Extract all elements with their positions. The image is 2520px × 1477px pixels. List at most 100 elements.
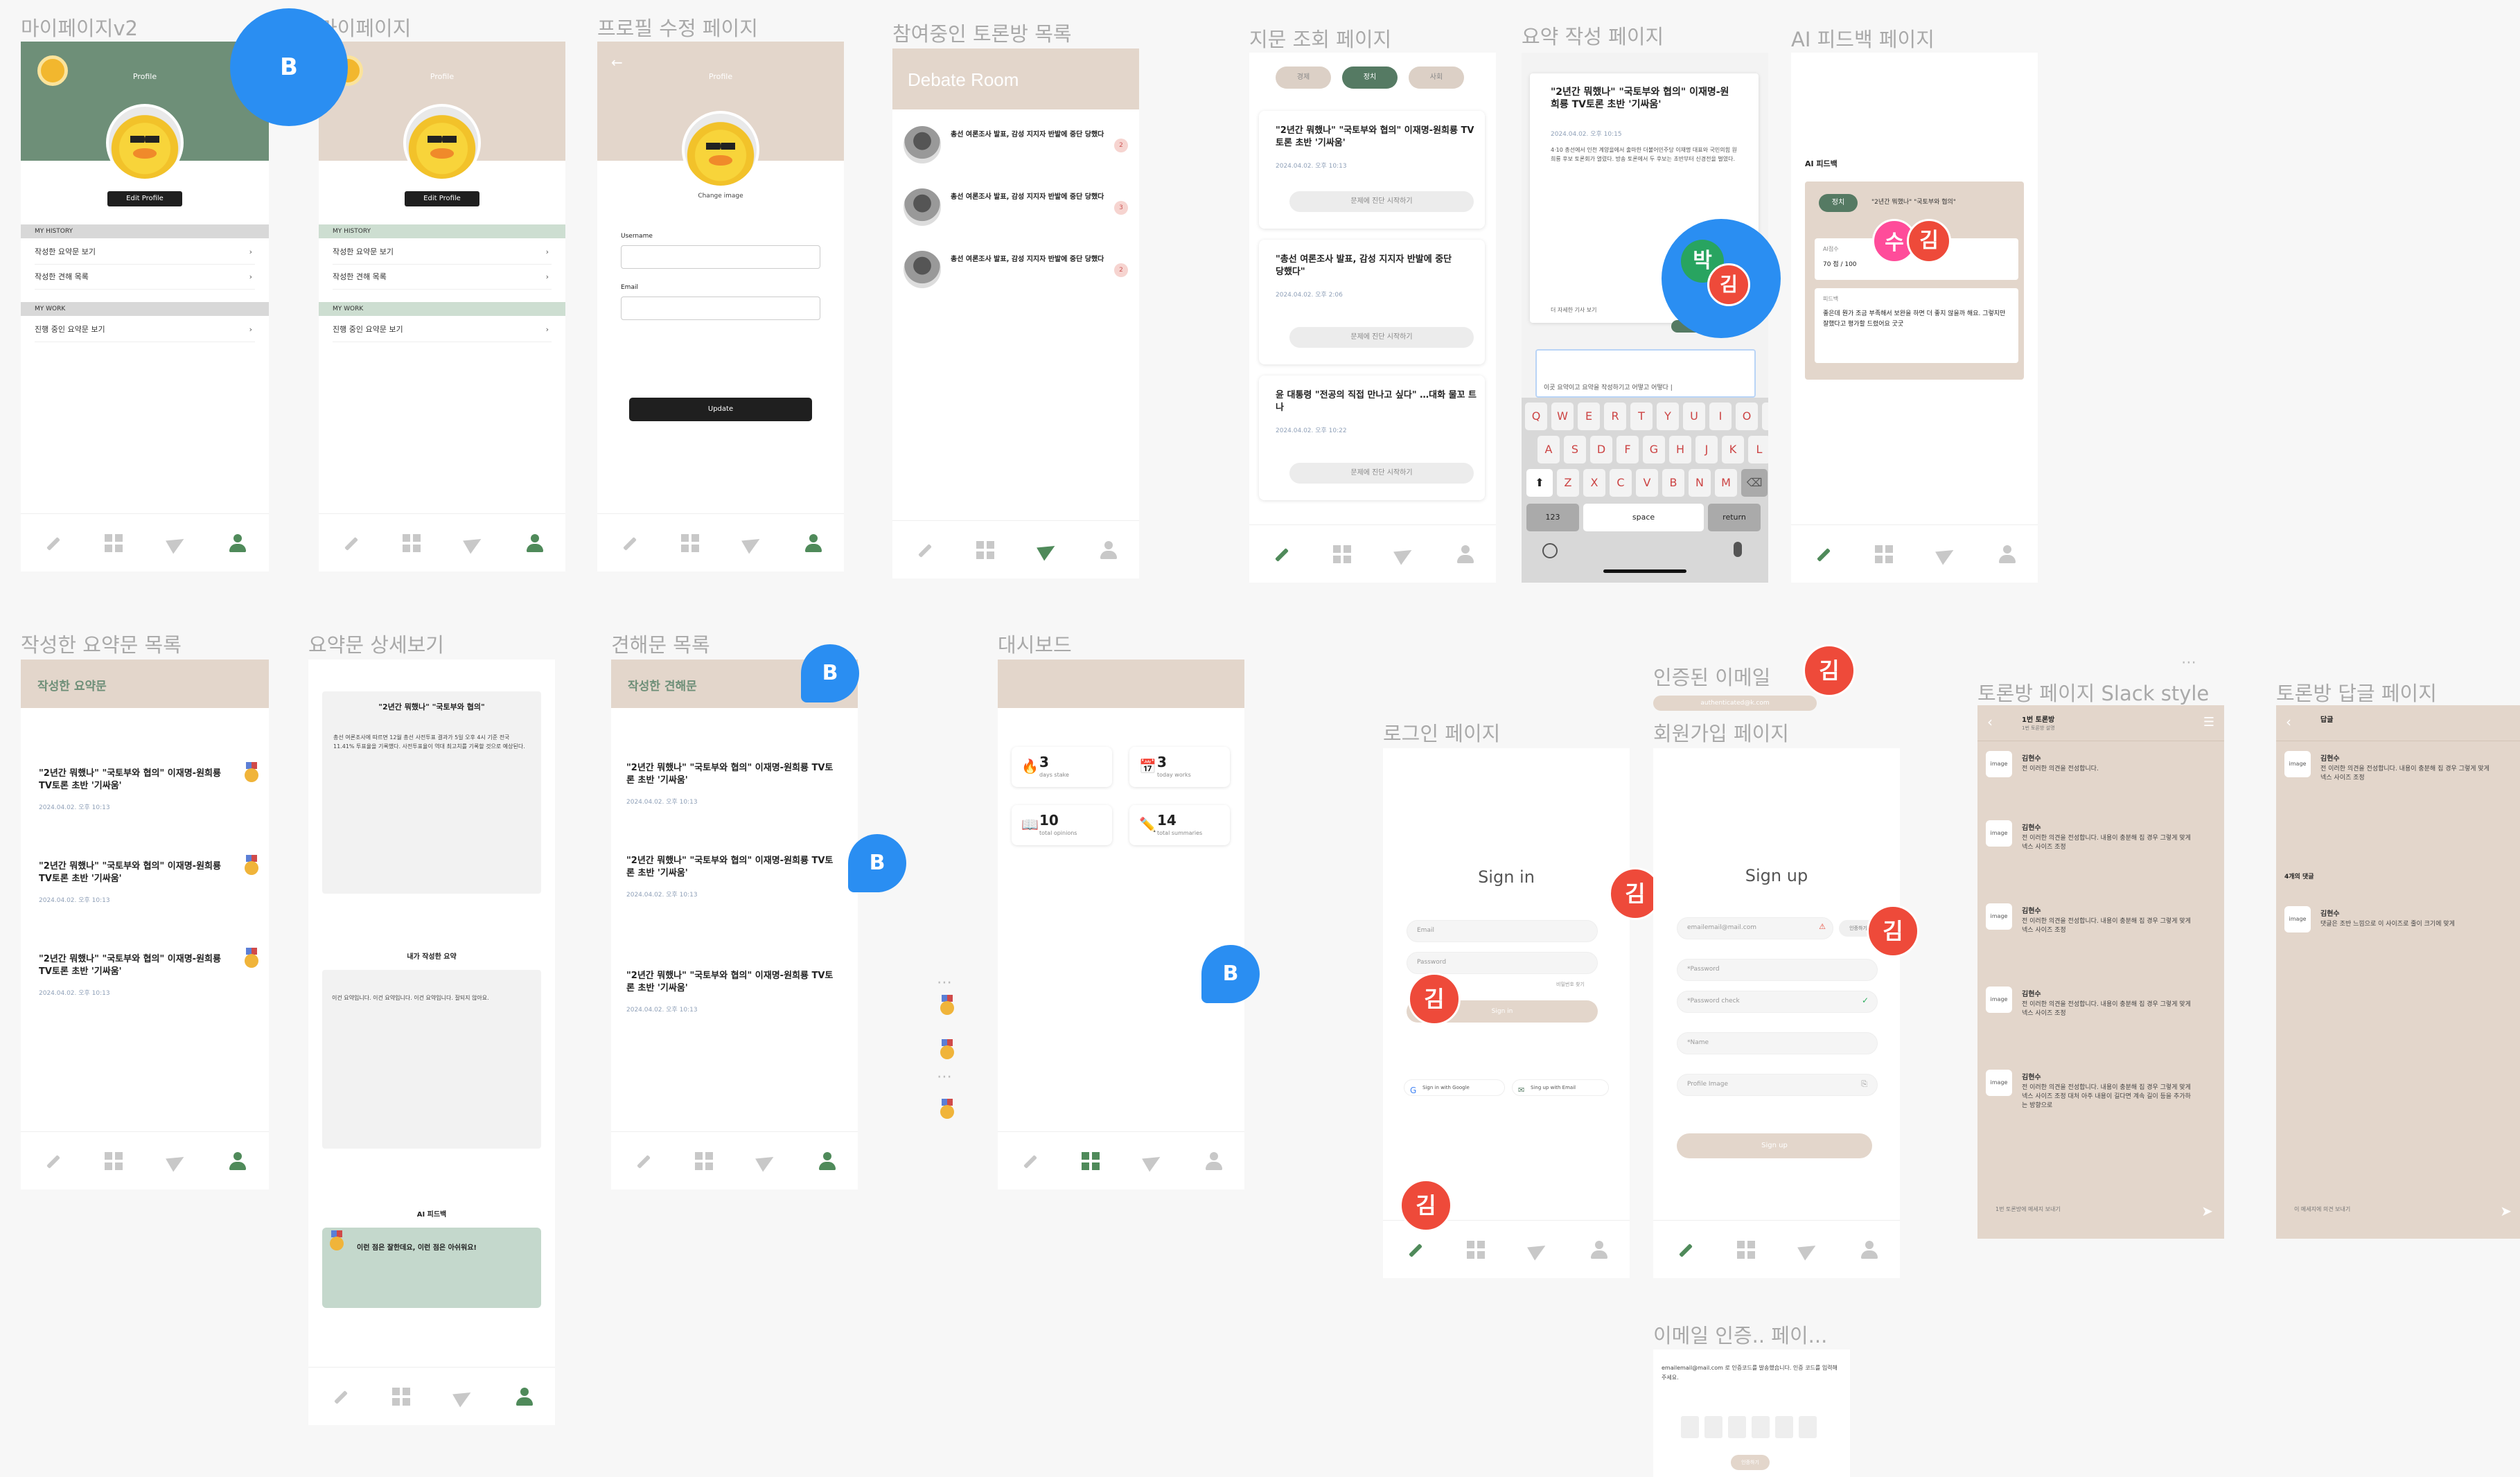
tab-write-icon[interactable] <box>619 534 637 552</box>
key-x[interactable]: X <box>1583 469 1605 497</box>
list-item[interactable]: "2년간 뭐했나" "국토부와 협의" 이재명-원희룡 TV토론 초반 '기싸움… <box>626 762 834 831</box>
tab-profile-icon[interactable] <box>818 1151 836 1170</box>
key-d[interactable]: D <box>1590 436 1612 463</box>
tab-profile-icon[interactable] <box>1205 1151 1223 1170</box>
username-input[interactable] <box>621 245 820 269</box>
tab-profile-icon[interactable] <box>804 533 822 552</box>
tab-dashboard-icon[interactable] <box>105 1151 123 1170</box>
history-item-opinions[interactable]: 작성한 견해 목록 › <box>333 265 552 290</box>
start-button[interactable]: 문제에 진단 시작하기 <box>1289 327 1474 348</box>
email-input[interactable]: Email <box>1407 920 1598 942</box>
tab-dashboard-icon[interactable] <box>391 1387 410 1406</box>
backspace-key-icon[interactable]: ⌫ <box>1741 469 1768 497</box>
debate-room-item[interactable]: 총선 여론조사 발표, 감성 지지자 반발에 중단 당했다 2 <box>904 248 1128 290</box>
list-item[interactable]: "2년간 뭐했나" "국토부와 협의" 이재명-원희룡 TV토론 초반 '기싸움… <box>39 762 261 837</box>
emoji-icon[interactable] <box>1542 543 1558 558</box>
change-image-link[interactable]: Change image <box>597 193 844 200</box>
edit-profile-button[interactable]: Edit Profile <box>107 191 182 206</box>
message-input[interactable]: 1번 토론방에 메세지 보내기 <box>1984 1199 2192 1221</box>
article-more[interactable]: 더 자세한 기사 보기 <box>1551 306 1597 314</box>
password-check-input[interactable]: *Password check ✓ <box>1677 991 1878 1013</box>
history-item-opinions[interactable]: 작성한 견해 목록 › <box>35 265 255 290</box>
chat-message[interactable]: image 김현수 전 이러한 의견을 전성합니다. 내용이 충분해 집 경우 그렇… <box>1986 903 2216 973</box>
tab-dashboard-icon[interactable] <box>680 533 699 552</box>
tab-profile-icon[interactable] <box>1100 540 1118 559</box>
google-signin-button[interactable]: G Sign in with Google <box>1404 1079 1505 1096</box>
history-item-summaries[interactable]: 작성한 요약문 보기 › <box>333 240 552 265</box>
tab-write-icon[interactable] <box>1813 545 1831 563</box>
key-g[interactable]: G <box>1643 436 1665 463</box>
tab-debate-icon[interactable] <box>454 1388 472 1406</box>
key-r[interactable]: R <box>1604 403 1626 430</box>
password-input[interactable]: Password <box>1407 952 1598 974</box>
list-item[interactable]: "2년간 뭐했나" "국토부와 협의" 이재명-원희룡 TV토론 초반 '기싸움… <box>39 948 261 1023</box>
tab-write-icon[interactable] <box>915 541 933 559</box>
reply-message[interactable]: image 김현수 댓글은 조반 느낌으로 이 사이즈로 줄이 크기에 맞게 <box>2284 906 2512 975</box>
key-y[interactable]: Y <box>1657 403 1679 430</box>
tab-profile-icon[interactable] <box>229 1151 247 1170</box>
code-input-box[interactable] <box>1704 1416 1722 1438</box>
tab-economy[interactable]: 경제 <box>1276 67 1331 89</box>
send-icon[interactable]: ➤ <box>2500 1203 2512 1219</box>
tab-write-icon[interactable] <box>633 1152 651 1170</box>
tab-dashboard-icon[interactable] <box>105 533 123 552</box>
tab-society[interactable]: 사회 <box>1409 67 1464 89</box>
key-o[interactable]: O <box>1736 403 1758 430</box>
password-input[interactable]: *Password <box>1677 959 1878 981</box>
tab-dashboard-icon[interactable] <box>694 1151 713 1170</box>
tab-debate-icon[interactable] <box>1143 1152 1161 1170</box>
microphone-icon[interactable] <box>1734 542 1742 557</box>
tab-profile-icon[interactable] <box>1590 1240 1608 1259</box>
back-arrow-icon[interactable]: ← <box>611 54 623 71</box>
tab-debate-icon[interactable] <box>1799 1241 1817 1259</box>
tab-dashboard-icon[interactable] <box>1466 1240 1485 1259</box>
tab-politics[interactable]: 정치 <box>1342 67 1398 89</box>
back-arrow-icon[interactable]: ‹ <box>1987 714 1993 730</box>
tab-debate-icon[interactable] <box>167 534 185 552</box>
start-button[interactable]: 문제에 진단 시작하기 <box>1289 463 1474 484</box>
key-k[interactable]: K <box>1722 436 1744 463</box>
tab-write-icon[interactable] <box>1405 1241 1423 1259</box>
tab-write-icon[interactable] <box>331 1388 349 1406</box>
tab-write-icon[interactable] <box>1675 1241 1693 1259</box>
tab-write-icon[interactable] <box>43 534 61 552</box>
key-n[interactable]: N <box>1689 469 1711 497</box>
tab-debate-icon[interactable] <box>1038 541 1056 559</box>
name-input[interactable]: *Name <box>1677 1032 1878 1054</box>
debate-room-item[interactable]: 총선 여론조사 발표, 감성 지지자 반발에 중단 당했다 2 <box>904 123 1128 165</box>
back-arrow-icon[interactable]: ‹ <box>2286 714 2291 730</box>
key-v[interactable]: V <box>1636 469 1658 497</box>
code-input-box[interactable] <box>1752 1416 1770 1438</box>
tab-dashboard-icon[interactable] <box>1081 1151 1100 1170</box>
tab-write-icon[interactable] <box>43 1152 61 1170</box>
forgot-password-link[interactable]: 비밀번호 찾기 <box>1556 981 1585 988</box>
key-j[interactable]: J <box>1695 436 1718 463</box>
article-card[interactable]: 윤 대통령 "전공의 직접 만나고 싶다" …대화 물꼬 트나 2024.04.… <box>1259 375 1485 500</box>
send-icon[interactable]: ➤ <box>2201 1203 2213 1219</box>
chat-message[interactable]: image 김현수 전 이러한 의견을 전성합니다. 내용이 충분해 집 경우 그렇… <box>1986 1070 2216 1160</box>
list-item[interactable]: "2년간 뭐했나" "국토부와 협의" 이재명-원희룡 TV토론 초반 '기싸움… <box>626 970 834 1039</box>
key-m[interactable]: M <box>1715 469 1737 497</box>
tab-profile-icon[interactable] <box>229 533 247 552</box>
email-signup-button[interactable]: ✉ Sing up with Email <box>1512 1079 1609 1096</box>
tab-debate-icon[interactable] <box>167 1152 185 1170</box>
key-l[interactable]: L <box>1748 436 1768 463</box>
work-item-inprogress[interactable]: 진행 중인 요약문 보기 › <box>333 317 552 342</box>
key-s[interactable]: S <box>1564 436 1586 463</box>
tab-dashboard-icon[interactable] <box>1874 545 1893 563</box>
key-return[interactable]: return <box>1708 504 1761 531</box>
key-c[interactable]: C <box>1610 469 1632 497</box>
work-item-inprogress[interactable]: 진행 중인 요약문 보기 › <box>35 317 255 342</box>
key-z[interactable]: Z <box>1557 469 1579 497</box>
tab-profile-icon[interactable] <box>526 533 544 552</box>
email-input[interactable]: emailemail@mail.com ⚠ <box>1677 917 1833 939</box>
chat-message[interactable]: image 김현수 전 이러한 의견을 전성합니다. 내용이 충분해 집 경우 그렇… <box>1986 987 2216 1056</box>
key-b[interactable]: B <box>1662 469 1684 497</box>
verify-button[interactable]: 인증하기 <box>1731 1455 1770 1470</box>
profile-image-input[interactable]: Profile Image ⎘ <box>1677 1074 1878 1096</box>
tab-debate-icon[interactable] <box>1937 545 1955 563</box>
tab-dashboard-icon[interactable] <box>1736 1240 1755 1259</box>
code-input-box[interactable] <box>1728 1416 1746 1438</box>
code-input-box[interactable] <box>1681 1416 1699 1438</box>
tab-debate-icon[interactable] <box>464 534 482 552</box>
